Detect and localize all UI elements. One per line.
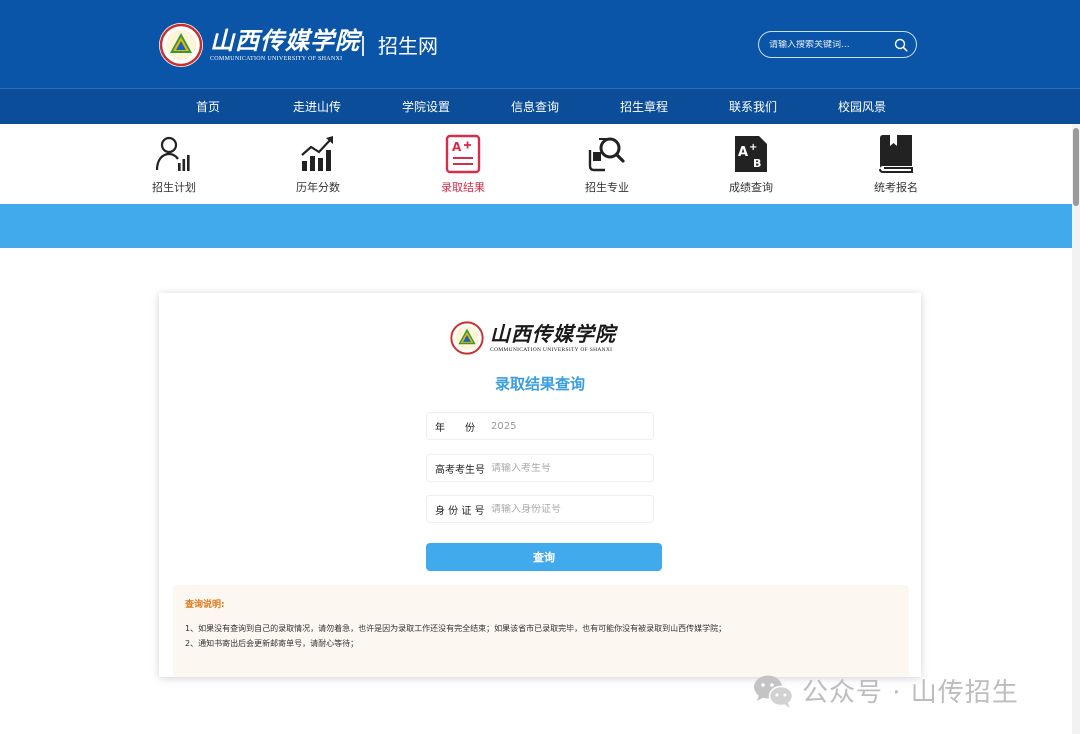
id-number-input[interactable] <box>491 503 653 515</box>
book-icon <box>879 135 913 173</box>
card-logo: 山西传媒学院 COMMUNICATION UNIVERSITY OF SHANX… <box>449 320 616 356</box>
search-box[interactable] <box>758 31 917 58</box>
nav-item-admission-rules[interactable]: 招生章程 <box>599 89 689 125</box>
id-number-label: 身 份 证 号 <box>435 505 485 517</box>
quick-link-exam-registration[interactable]: 统考报名 <box>861 134 931 195</box>
main-nav: 首页 走进山传 学院设置 信息查询 招生章程 联系我们 校园风景 <box>0 88 1080 124</box>
year-field[interactable]: 年 份 <box>426 412 654 440</box>
admission-query-card: 山西传媒学院 COMMUNICATION UNIVERSITY OF SHANX… <box>159 293 921 677</box>
nav-item-info-query[interactable]: 信息查询 <box>490 89 580 125</box>
logo-text: 山西传媒学院 COMMUNICATION UNIVERSITY OF SHANX… <box>210 26 360 63</box>
scrollbar-thumb[interactable] <box>1073 128 1079 206</box>
university-emblem-icon <box>449 320 485 356</box>
quick-link-label: 录取结果 <box>441 181 485 194</box>
exam-number-field[interactable]: 高考考生号 <box>426 454 654 482</box>
trend-chart-icon <box>301 136 333 171</box>
exam-number-input[interactable] <box>491 462 653 474</box>
exam-number-label: 高考考生号 <box>435 464 485 476</box>
score-query-icon: A + B <box>735 136 767 172</box>
search-icon[interactable] <box>894 38 908 52</box>
quick-links: 招生计划 历年分数 A 录取结果 招生专业 A + B 成绩查询 统考报名 <box>0 124 1080 204</box>
university-emblem-icon <box>159 23 203 67</box>
year-input[interactable] <box>491 420 653 432</box>
site-name: 招生网 <box>378 34 438 58</box>
svg-text:+: + <box>749 142 757 153</box>
nav-item-contact[interactable]: 联系我们 <box>708 89 798 125</box>
card-logo-chinese-name: 山西传媒学院 <box>490 322 616 346</box>
query-notes: 查询说明: 1、如果没有查询到自己的录取情况，请勿着急，也许是因为录取工作还没有… <box>173 585 909 677</box>
wechat-watermark: 公众号 · 山传招生 <box>752 672 1019 709</box>
notes-title: 查询说明: <box>185 600 225 610</box>
card-title: 录取结果查询 <box>494 375 585 393</box>
quick-link-enrollment-plan[interactable]: 招生计划 <box>139 134 209 195</box>
nav-item-colleges[interactable]: 学院设置 <box>381 89 471 125</box>
id-number-field[interactable]: 身 份 证 号 <box>426 495 654 523</box>
note-line: 1、如果没有查询到自己的录取情况，请勿着急，也许是因为录取工作还没有完全结束；如… <box>185 624 727 633</box>
page-scrollbar[interactable] <box>1072 124 1080 734</box>
year-label: 年 份 <box>435 422 475 434</box>
site-header: 山西传媒学院 COMMUNICATION UNIVERSITY OF SHANX… <box>0 0 1080 88</box>
person-chart-icon <box>155 136 190 171</box>
quick-link-score-query[interactable]: A + B 成绩查询 <box>716 134 786 195</box>
nav-item-home[interactable]: 首页 <box>163 89 253 125</box>
page: 山西传媒学院 COMMUNICATION UNIVERSITY OF SHANX… <box>0 0 1080 734</box>
major-search-icon <box>588 137 625 172</box>
logo-english-name: COMMUNICATION UNIVERSITY OF SHANXI <box>210 56 343 62</box>
search-input[interactable] <box>769 39 894 50</box>
header-divider <box>362 36 364 56</box>
blue-banner <box>0 204 1080 248</box>
quick-link-label: 招生计划 <box>152 181 196 194</box>
svg-text:A: A <box>452 140 462 154</box>
quick-link-admission-result[interactable]: A 录取结果 <box>428 134 498 195</box>
query-button[interactable]: 查询 <box>426 543 662 571</box>
wechat-icon <box>754 675 794 708</box>
watermark-text: 公众号 · 山传招生 <box>802 678 1019 708</box>
exam-result-icon: A <box>445 134 481 174</box>
svg-text:A: A <box>738 145 748 160</box>
logo-chinese-name: 山西传媒学院 <box>210 26 360 55</box>
quick-link-majors[interactable]: 招生专业 <box>572 134 642 195</box>
quick-link-past-scores[interactable]: 历年分数 <box>283 134 353 195</box>
quick-link-label: 招生专业 <box>585 181 629 194</box>
card-logo-english-name: COMMUNICATION UNIVERSITY OF SHANXI <box>490 347 613 353</box>
note-line: 2、通知书寄出后会更新邮寄单号，请耐心等待； <box>185 639 359 648</box>
quick-link-label: 历年分数 <box>296 181 340 194</box>
svg-text:B: B <box>753 157 761 170</box>
quick-link-label: 统考报名 <box>874 181 918 194</box>
quick-link-label: 成绩查询 <box>729 181 773 194</box>
nav-item-about[interactable]: 走进山传 <box>272 89 362 125</box>
card-logo-text: 山西传媒学院 COMMUNICATION UNIVERSITY OF SHANX… <box>490 323 616 353</box>
nav-item-campus[interactable]: 校园风景 <box>817 89 907 125</box>
university-logo[interactable]: 山西传媒学院 COMMUNICATION UNIVERSITY OF SHANX… <box>158 22 360 68</box>
